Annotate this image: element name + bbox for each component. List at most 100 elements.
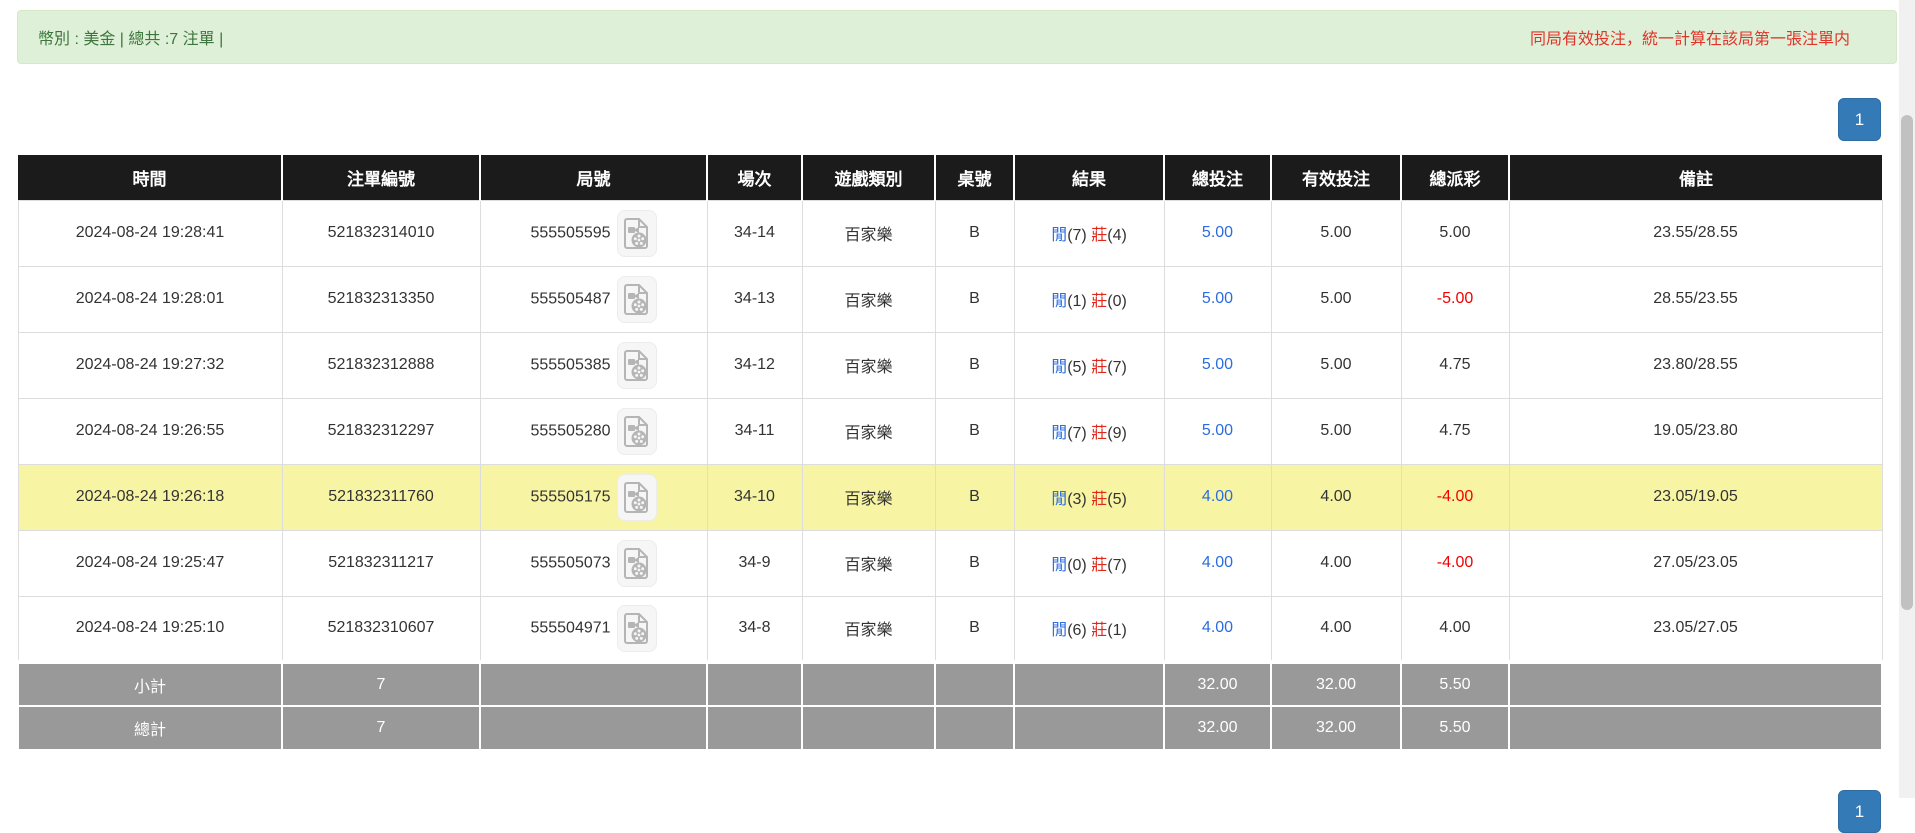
video-replay-button[interactable] [616,209,657,257]
time-cell: 2024-08-24 19:25:47 [17,529,283,597]
result-cell: 閒(0) 莊(7) [1013,529,1165,597]
video-replay-button[interactable] [616,604,657,652]
table-row: 2024-08-24 19:27:32 521832312888 5555053… [17,331,1883,399]
column-header: 注單編號 [281,155,481,200]
valid-bet-notice-text: 同局有效投注，統一計算在該局第一張注單内 [1529,31,1850,48]
banker-result-label: 莊 [1091,425,1108,442]
banker-result-score: (4) [1107,227,1127,244]
player-result-label: 閒 [1051,557,1068,574]
video-file-icon [623,283,650,316]
table-row: 2024-08-24 19:28:01 521832313350 5555054… [17,265,1883,333]
table-no-cell: B [934,265,1015,333]
time-cell: 2024-08-24 19:25:10 [17,595,283,663]
banker-result-label: 莊 [1091,622,1108,640]
round-cell: 555505073 [479,529,708,597]
total-bet-cell[interactable]: 4.00 [1163,529,1272,597]
column-header: 時間 [18,155,283,200]
banker-result-score: (9) [1107,425,1127,442]
column-header: 場次 [706,155,803,200]
pagination-page-1-bottom[interactable]: 1 [1838,790,1881,833]
bet-id-cell: 521832312297 [281,397,481,465]
result-cell: 閒(3) 莊(5) [1013,463,1165,531]
game-type-cell: 百家樂 [801,265,936,333]
valid-bet-cell: 5.00 [1270,199,1402,267]
player-result-score: (0) [1067,557,1087,574]
player-result-label: 閒 [1051,359,1068,376]
valid-bet-cell: 4.00 [1270,595,1402,663]
scrollbar[interactable] [1899,0,1915,798]
game-type-cell: 百家樂 [801,529,936,597]
table-row: 2024-08-24 19:26:55 521832312297 5555052… [17,397,1883,465]
column-header: 桌號 [934,155,1015,200]
result-cell: 閒(7) 莊(4) [1013,199,1165,267]
table-header-row: 時間 注單編號 局號 場次 遊戲類別 桌號 結果 總投注 有效投注 總派彩 備註 [18,155,1882,200]
session-cell: 34-11 [706,397,803,465]
video-replay-button[interactable] [616,275,657,323]
game-type-cell: 百家樂 [801,595,936,663]
valid-bet-cell: 5.00 [1270,331,1402,399]
session-cell: 34-10 [706,463,803,531]
total-bet-cell[interactable]: 5.00 [1163,331,1272,399]
remark-cell: 19.05/23.80 [1508,397,1883,465]
bet-id-cell: 521832312888 [281,331,481,399]
round-cell: 555504971 [479,595,708,663]
payout-cell: -5.00 [1400,265,1510,333]
video-replay-button[interactable] [616,539,657,587]
round-id: 555505073 [530,554,611,572]
remark-cell: 28.55/23.55 [1508,265,1883,333]
table-no-cell: B [934,331,1015,399]
round-id: 555505280 [530,422,611,440]
time-cell: 2024-08-24 19:26:18 [17,463,283,531]
player-result-score: (5) [1067,359,1087,376]
column-header: 有效投注 [1270,155,1402,200]
subtotal-valid-bet: 32.00 [1270,660,1402,707]
video-replay-button[interactable] [616,341,657,389]
total-total-bet: 32.00 [1163,705,1272,751]
pagination-page-1-top[interactable]: 1 [1838,98,1881,141]
remark-cell: 23.55/28.55 [1508,199,1883,267]
round-cell: 555505175 [479,463,708,531]
payout-cell: 4.00 [1400,595,1510,663]
player-result-score: (1) [1067,293,1087,310]
session-cell: 34-9 [706,529,803,597]
table-no-cell: B [934,199,1015,267]
subtotal-total-bet: 32.00 [1163,660,1272,707]
total-label: 總計 [17,705,283,751]
payout-cell: 4.75 [1400,397,1510,465]
total-bet-cell[interactable]: 4.00 [1163,595,1272,663]
video-file-icon [623,415,650,448]
total-payout: 5.50 [1400,705,1510,751]
round-cell: 555505595 [479,199,708,267]
player-result-score: (7) [1067,425,1087,442]
total-count: 7 [281,705,481,751]
remark-cell: 27.05/23.05 [1508,529,1883,597]
video-replay-button[interactable] [616,473,657,521]
table-row: 2024-08-24 19:25:47 521832311217 5555050… [17,529,1883,597]
video-replay-button[interactable] [616,407,657,455]
payout-cell: 4.75 [1400,331,1510,399]
subtotal-label: 小計 [17,660,283,707]
payout-cell: -4.00 [1400,463,1510,531]
banker-result-label: 莊 [1091,359,1108,376]
bet-id-cell: 521832311760 [281,463,481,531]
column-header: 備註 [1508,155,1882,200]
banker-result-score: (5) [1107,491,1127,508]
total-bet-cell[interactable]: 5.00 [1163,199,1272,267]
banker-result-label: 莊 [1091,227,1108,244]
player-result-label: 閒 [1051,491,1068,508]
banker-result-score: (1) [1107,622,1127,640]
banker-result-score: (7) [1107,557,1127,574]
valid-bet-cell: 5.00 [1270,397,1402,465]
player-result-score: (6) [1067,622,1087,640]
total-bet-cell[interactable]: 4.00 [1163,463,1272,531]
result-cell: 閒(1) 莊(0) [1013,265,1165,333]
column-header: 結果 [1013,155,1165,200]
table-no-cell: B [934,463,1015,531]
total-bet-cell[interactable]: 5.00 [1163,397,1272,465]
total-bet-cell[interactable]: 5.00 [1163,265,1272,333]
scrollbar-thumb[interactable] [1901,115,1913,610]
bet-id-cell: 521832313350 [281,265,481,333]
payout-cell: 5.00 [1400,199,1510,267]
round-id: 555505385 [530,356,611,374]
round-id: 555505487 [530,290,611,308]
